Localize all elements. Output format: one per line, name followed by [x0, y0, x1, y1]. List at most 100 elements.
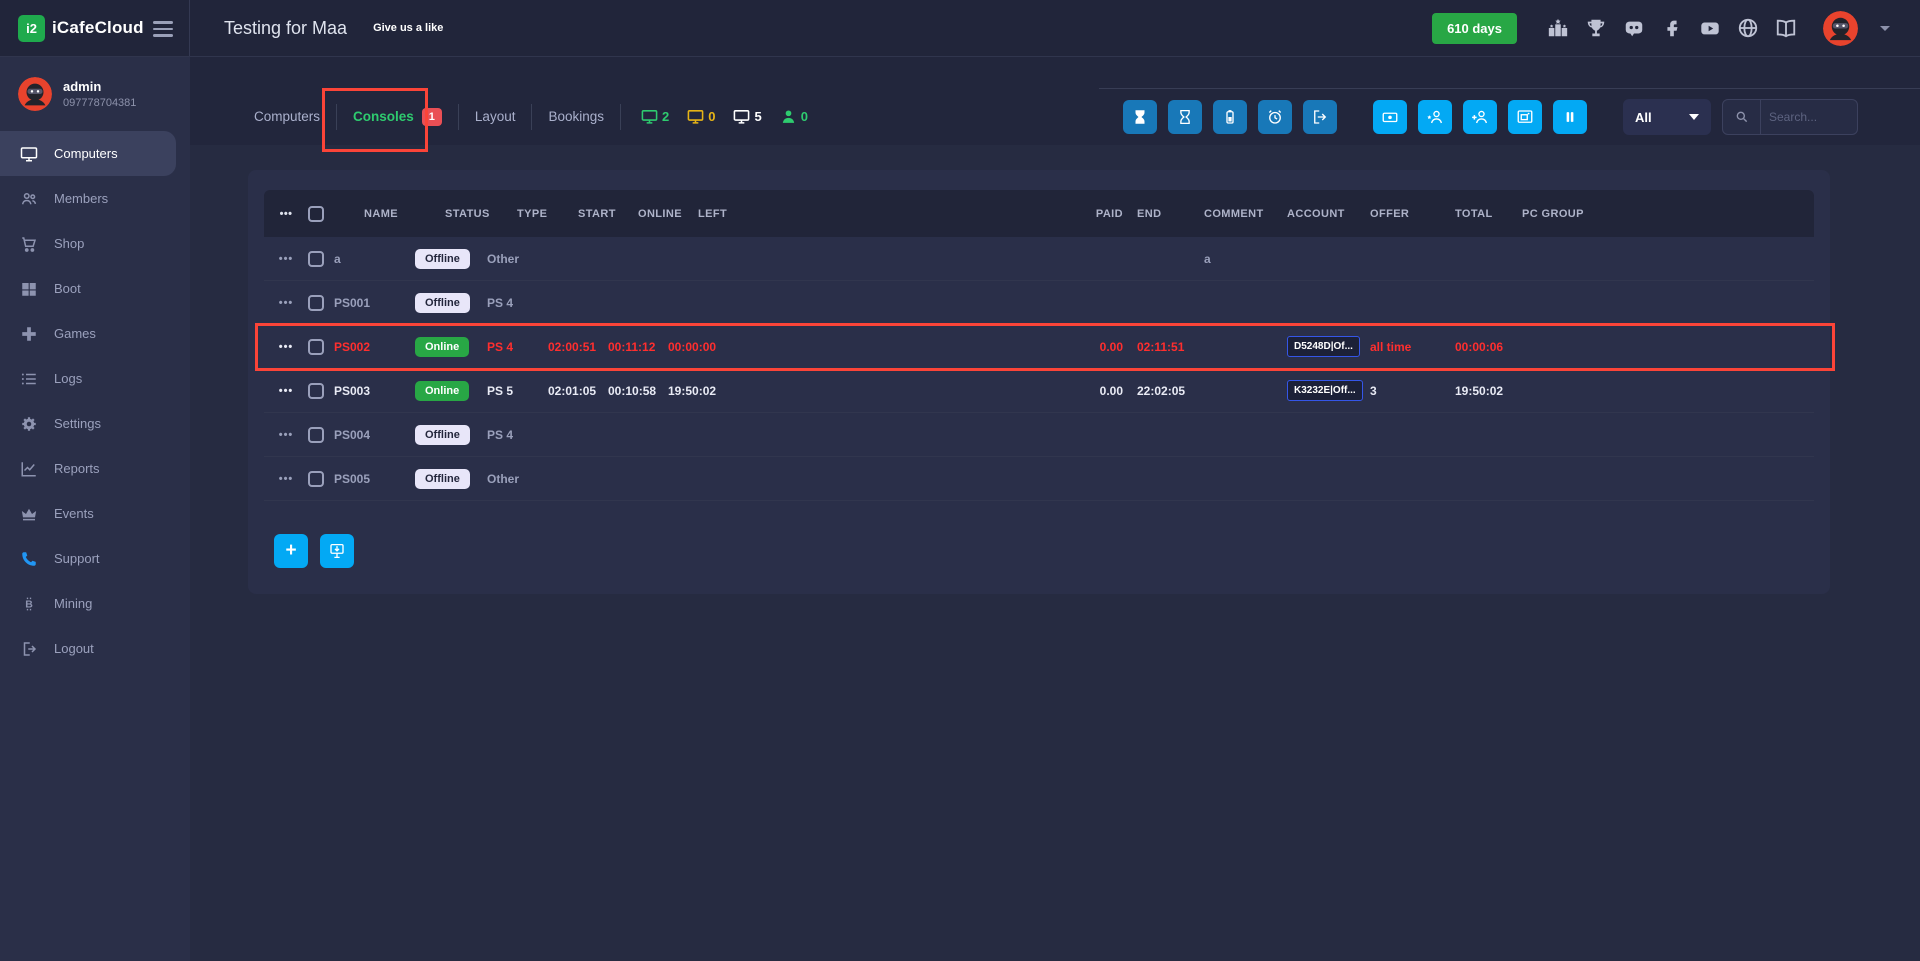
account-chip[interactable]: D5248D|Of... — [1287, 336, 1360, 357]
sidebar-item-events[interactable]: Events — [0, 491, 176, 536]
col-comment: COMMENT — [1204, 208, 1287, 220]
table-row-ps001[interactable]: PS001 Offline PS 4 — [264, 281, 1814, 325]
cell-name: PS002 — [334, 340, 415, 354]
sidebar-item-label: Members — [54, 191, 108, 206]
count-online-consoles[interactable]: 2 — [641, 108, 669, 125]
sidebar-item-label: Games — [54, 326, 96, 341]
battery-button[interactable] — [1213, 100, 1247, 134]
table-header-row: NAME STATUS TYPE START ONLINE LEFT PAID … — [264, 190, 1814, 237]
brand-name: iCafeCloud — [52, 18, 144, 38]
globe-icon[interactable] — [1737, 17, 1759, 39]
sidebar-item-members[interactable]: Members — [0, 176, 176, 221]
group-filter-select[interactable]: All — [1623, 99, 1711, 135]
svg-text:B: B — [25, 598, 33, 610]
row-menu-dots[interactable] — [264, 429, 308, 441]
status-badge: Online — [415, 337, 469, 357]
tab-separator — [336, 104, 337, 130]
sidebar-item-boot[interactable]: Boot — [0, 266, 176, 311]
tab-consoles[interactable]: Consoles 1 — [353, 108, 442, 126]
sidebar-item-shop[interactable]: Shop — [0, 221, 176, 266]
trophy-icon[interactable] — [1585, 17, 1607, 39]
col-name: NAME — [334, 208, 415, 220]
row-checkbox[interactable] — [308, 471, 324, 487]
cash-button[interactable] — [1373, 100, 1407, 134]
member-add-button[interactable] — [1463, 100, 1497, 134]
monitor-icon — [687, 108, 704, 125]
sidebar-item-games[interactable]: Games — [0, 311, 176, 356]
add-console-button[interactable]: + — [274, 534, 308, 568]
row-menu-dots[interactable] — [264, 473, 308, 485]
col-type: TYPE — [487, 208, 548, 220]
table-row-ps004[interactable]: PS004 Offline PS 4 — [264, 413, 1814, 457]
user-avatar[interactable] — [1823, 11, 1858, 46]
row-menu-dots[interactable] — [264, 385, 308, 397]
sidebar-user: admin 097778704381 — [0, 57, 190, 125]
status-counts: 2 0 5 0 — [641, 108, 808, 125]
sign-out-button[interactable] — [1303, 100, 1337, 134]
youtube-icon[interactable] — [1699, 17, 1721, 39]
row-menu-dots[interactable] — [264, 297, 308, 309]
discord-icon[interactable] — [1623, 17, 1645, 39]
user-menu-caret-icon[interactable] — [1880, 26, 1890, 31]
row-checkbox[interactable] — [308, 251, 324, 267]
sidebar-item-computers[interactable]: Computers — [0, 131, 176, 176]
col-end: END — [1137, 208, 1204, 220]
member-star-button[interactable] — [1418, 100, 1452, 134]
user-icon — [780, 108, 797, 125]
cart-icon — [20, 235, 38, 253]
table-row-ps002[interactable]: PS002 Online PS 4 02:00:51 00:11:12 00:0… — [264, 325, 1814, 369]
table-row-ps003[interactable]: PS003 Online PS 5 02:01:05 00:10:58 19:5… — [264, 369, 1814, 413]
alarm-clock-button[interactable] — [1258, 100, 1292, 134]
tab-bookings[interactable]: Bookings — [548, 109, 604, 124]
cell-online: 00:10:58 — [608, 384, 668, 398]
row-checkbox[interactable] — [308, 339, 324, 355]
sidebar-item-support[interactable]: Support — [0, 536, 176, 581]
cell-total: 00:00:06 — [1455, 340, 1522, 354]
ranking-icon[interactable] — [1547, 17, 1569, 39]
sidebar-item-logout[interactable]: Logout — [0, 626, 176, 671]
row-checkbox[interactable] — [308, 427, 324, 443]
pc-background-button[interactable] — [1508, 100, 1542, 134]
deploy-client-button[interactable] — [320, 534, 354, 568]
days-remaining-badge[interactable]: 610 days — [1432, 13, 1517, 44]
sidebar-item-logs[interactable]: Logs — [0, 356, 176, 401]
tab-consoles-badge: 1 — [422, 108, 442, 126]
account-chip[interactable]: K3232E|Off... — [1287, 380, 1363, 401]
cell-name: a — [334, 252, 415, 266]
give-us-a-like-link[interactable]: Give us a like — [373, 22, 443, 34]
table-row-ps005[interactable]: PS005 Offline Other — [264, 457, 1814, 501]
hourglass-filled-button[interactable] — [1123, 100, 1157, 134]
sidebar-avatar — [18, 77, 52, 111]
table-header-menu-dots[interactable] — [264, 208, 308, 220]
facebook-icon[interactable] — [1661, 17, 1683, 39]
sidebar-item-mining[interactable]: B Mining — [0, 581, 176, 626]
count-members-online[interactable]: 0 — [780, 108, 808, 125]
table-row-a[interactable]: a Offline Other a — [264, 237, 1814, 281]
tab-computers[interactable]: Computers — [254, 109, 320, 124]
status-badge: Offline — [415, 469, 470, 489]
row-checkbox[interactable] — [308, 295, 324, 311]
sidebar-item-label: Computers — [54, 146, 118, 161]
pause-button[interactable] — [1553, 100, 1587, 134]
pc-install-icon — [328, 542, 346, 560]
cell-left: 19:50:02 — [668, 384, 768, 398]
count-total-consoles[interactable]: 5 — [733, 108, 761, 125]
chart-icon — [20, 460, 38, 478]
sidebar-item-label: Shop — [54, 236, 84, 251]
sidebar-item-label: Mining — [54, 596, 92, 611]
sidebar: admin 097778704381 Computers Members Sho… — [0, 57, 190, 961]
sidebar-item-settings[interactable]: Settings — [0, 401, 176, 446]
topbar-right: 610 days — [1432, 11, 1920, 46]
count-busy-consoles[interactable]: 0 — [687, 108, 715, 125]
tab-layout[interactable]: Layout — [475, 109, 516, 124]
row-checkbox[interactable] — [308, 383, 324, 399]
guide-book-icon[interactable] — [1775, 17, 1797, 39]
row-menu-dots[interactable] — [264, 341, 308, 353]
search-input[interactable] — [1761, 110, 1857, 124]
sidebar-item-reports[interactable]: Reports — [0, 446, 176, 491]
hourglass-outline-button[interactable] — [1168, 100, 1202, 134]
row-menu-dots[interactable] — [264, 253, 308, 265]
hamburger-menu-icon[interactable] — [153, 21, 173, 41]
select-all-checkbox[interactable] — [308, 206, 324, 222]
tabs: Computers Consoles 1 Layout Bookings 2 0 — [190, 88, 808, 145]
